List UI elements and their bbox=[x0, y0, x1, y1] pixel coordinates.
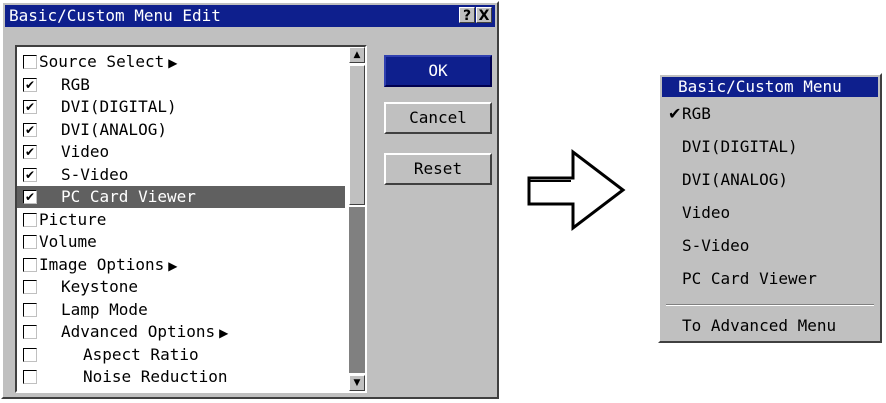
cancel-button[interactable]: Cancel bbox=[384, 102, 492, 134]
list-item[interactable]: Keystone bbox=[17, 276, 345, 298]
checkbox-unchecked[interactable] bbox=[23, 235, 37, 249]
list-item[interactable]: ✔ S-Video bbox=[17, 164, 345, 186]
dialog-title-bar: Basic/Custom Menu Edit ? X bbox=[5, 5, 495, 27]
triangle-right-icon: ▶ bbox=[219, 326, 229, 340]
checkbox-unchecked[interactable] bbox=[23, 55, 37, 69]
list-item[interactable]: ✔ RGB bbox=[17, 74, 345, 96]
checkbox-checked[interactable]: ✔ bbox=[23, 167, 37, 182]
scroll-up-icon[interactable]: ▲ bbox=[349, 47, 365, 63]
check-icon: ✔ bbox=[24, 190, 36, 204]
checkbox-unchecked[interactable] bbox=[23, 347, 37, 362]
menu-item[interactable]: PC Card Viewer bbox=[668, 269, 817, 289]
list-item-label: Image Options ▶ bbox=[39, 254, 178, 274]
checkbox-checked[interactable]: ✔ bbox=[23, 100, 37, 114]
checkbox-unchecked[interactable] bbox=[23, 212, 37, 227]
list-item[interactable]: Image Options ▶ bbox=[17, 254, 345, 276]
checkbox-unchecked[interactable] bbox=[23, 302, 37, 317]
menu-item[interactable]: DVI(ANALOG) bbox=[668, 170, 788, 190]
menu-item[interactable]: Video bbox=[668, 203, 730, 223]
list-item-label: S-Video bbox=[61, 164, 129, 184]
list-item-label: Picture bbox=[39, 209, 107, 229]
checkbox-checked[interactable]: ✔ bbox=[23, 190, 37, 204]
menu-item-label: DVI(DIGITAL) bbox=[682, 137, 798, 156]
list-item-label: Keystone bbox=[61, 277, 139, 296]
list-item-label: DVI(DIGITAL) bbox=[61, 97, 177, 116]
vertical-scrollbar[interactable]: ▲ ▼ bbox=[349, 47, 365, 391]
scroll-down-icon[interactable]: ▼ bbox=[349, 375, 365, 391]
list-item[interactable]: Aspect Ratio bbox=[17, 344, 345, 366]
dialog-title: Basic/Custom Menu Edit bbox=[9, 6, 221, 25]
check-icon: ✔ bbox=[668, 104, 682, 123]
check-icon: ✔ bbox=[24, 167, 36, 182]
basic-custom-menu: Basic/Custom Menu ✔RGB DVI(DIGITAL) DVI(AN… bbox=[658, 73, 882, 343]
list-item-label: Source Select ▶ bbox=[39, 52, 178, 71]
list-item[interactable]: ✔ DVI(ANALOG) bbox=[17, 119, 345, 141]
scroll-thumb[interactable] bbox=[349, 65, 365, 205]
list-item-label: Noise Reduction bbox=[83, 367, 228, 386]
list-item[interactable]: ✔ Video bbox=[17, 141, 345, 163]
list-item[interactable]: Noise Reduction bbox=[17, 366, 345, 388]
checkbox-checked[interactable]: ✔ bbox=[23, 122, 37, 137]
menu-item-label: Video bbox=[682, 203, 731, 222]
list-item[interactable]: Lamp Mode bbox=[17, 299, 345, 321]
list-item-label: Advanced Options ▶ bbox=[61, 322, 229, 341]
checkbox-checked[interactable]: ✔ bbox=[23, 145, 37, 159]
checkbox-unchecked[interactable] bbox=[23, 325, 37, 339]
triangle-right-icon: ▶ bbox=[168, 258, 178, 273]
close-button[interactable]: X bbox=[476, 7, 492, 24]
menu-item-label: DVI(ANALOG) bbox=[682, 170, 788, 189]
menu-edit-dialog: Basic/Custom Menu Edit ? X Source Select… bbox=[1, 1, 499, 399]
list-item[interactable]: ✔ PC Card Viewer bbox=[17, 186, 345, 208]
checkbox-checked[interactable]: ✔ bbox=[23, 77, 37, 92]
right-arrow-icon bbox=[527, 148, 626, 232]
menu-item-to-advanced-menu[interactable]: To Advanced Menu bbox=[682, 316, 836, 336]
help-button[interactable]: ? bbox=[459, 7, 475, 24]
reset-button[interactable]: Reset bbox=[384, 153, 492, 185]
triangle-right-icon: ▶ bbox=[168, 56, 178, 70]
list-item-label: DVI(ANALOG) bbox=[61, 119, 167, 139]
checkbox-unchecked[interactable] bbox=[23, 257, 37, 272]
menu-item-label: RGB bbox=[682, 104, 711, 123]
list-item-label: Video bbox=[61, 142, 110, 161]
menu-item[interactable]: DVI(DIGITAL) bbox=[668, 137, 798, 157]
check-icon: ✔ bbox=[24, 145, 36, 159]
list-item[interactable]: ✔ DVI(DIGITAL) bbox=[17, 96, 345, 118]
menu-items-list[interactable]: Source Select ▶ ✔ RGB ✔ DVI(DIGITAL) ✔ DVI(ANAL… bbox=[15, 45, 367, 393]
check-icon: ✔ bbox=[24, 122, 36, 137]
checkbox-unchecked[interactable] bbox=[23, 370, 37, 384]
ok-button[interactable]: OK bbox=[384, 55, 492, 87]
menu-item-label: PC Card Viewer bbox=[682, 269, 817, 288]
check-icon: ✔ bbox=[24, 77, 36, 92]
list-item-label: Aspect Ratio bbox=[83, 344, 199, 364]
list-item-label: Volume bbox=[39, 232, 97, 251]
list-item[interactable]: Volume bbox=[17, 231, 345, 253]
list-item-label: Lamp Mode bbox=[61, 299, 148, 319]
list-item-label: PC Card Viewer bbox=[61, 187, 196, 206]
list-item[interactable]: Picture bbox=[17, 209, 345, 231]
scroll-track[interactable] bbox=[349, 207, 365, 373]
checkbox-unchecked[interactable] bbox=[23, 280, 37, 294]
list-item[interactable]: Source Select ▶ bbox=[17, 51, 345, 73]
check-icon: ✔ bbox=[24, 100, 36, 114]
menu-item[interactable]: S-Video bbox=[668, 236, 749, 256]
list-item-label: RGB bbox=[61, 74, 90, 94]
menu-item[interactable]: ✔RGB bbox=[668, 104, 711, 124]
menu-title: Basic/Custom Menu bbox=[662, 77, 878, 97]
list-item[interactable]: Advanced Options ▶ bbox=[17, 321, 345, 343]
menu-divider bbox=[666, 304, 874, 306]
menu-item-label: S-Video bbox=[682, 236, 750, 255]
